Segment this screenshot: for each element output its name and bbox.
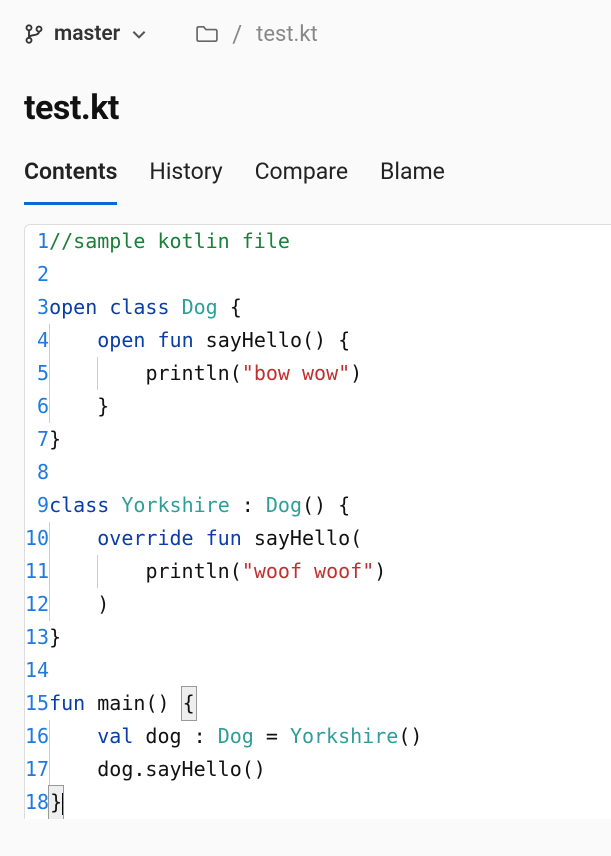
code-line: 3open class Dog { [25, 291, 611, 324]
code-content[interactable]: fun main() { [49, 687, 611, 720]
line-number[interactable]: 5 [25, 357, 49, 390]
branch-name: master [54, 22, 120, 46]
line-number[interactable]: 10 [25, 522, 49, 555]
code-line: 8 [25, 456, 611, 489]
code-content[interactable]: override fun sayHello( [49, 522, 611, 555]
code-line: 16 val dog : Dog = Yorkshire() [25, 720, 611, 753]
line-number[interactable]: 11 [25, 555, 49, 588]
code-line: 4 open fun sayHello() { [25, 324, 611, 357]
code-line: 6 } [25, 390, 611, 423]
code-line: 9class Yorkshire : Dog() { [25, 489, 611, 522]
code-content[interactable]: open fun sayHello() { [49, 324, 611, 357]
tab-blame[interactable]: Blame [380, 158, 445, 203]
code-line: 2 [25, 258, 611, 291]
line-number[interactable]: 2 [25, 258, 49, 291]
tab-contents[interactable]: Contents [24, 158, 117, 203]
line-number[interactable]: 18 [25, 786, 49, 819]
code-content[interactable]: } [49, 786, 611, 819]
code-line: 7} [25, 423, 611, 456]
line-number[interactable]: 13 [25, 621, 49, 654]
breadcrumb-separator: / [232, 20, 242, 48]
code-line: 11 println("woof woof") [25, 555, 611, 588]
code-line: 17 dog.sayHello() [25, 753, 611, 786]
code-content[interactable]: dog.sayHello() [49, 753, 611, 786]
breadcrumb: / test.kt [196, 20, 317, 48]
code-content[interactable] [49, 654, 611, 687]
code-table: 1//sample kotlin file2 3open class Dog {… [25, 225, 611, 819]
line-number[interactable]: 17 [25, 753, 49, 786]
folder-icon[interactable] [196, 24, 218, 44]
top-bar: master / test.kt [0, 0, 611, 68]
code-content[interactable]: } [49, 390, 611, 423]
line-number[interactable]: 15 [25, 687, 49, 720]
tab-history[interactable]: History [149, 158, 222, 203]
code-body: 1//sample kotlin file2 3open class Dog {… [25, 225, 611, 819]
code-content[interactable]: } [49, 423, 611, 456]
code-content[interactable]: ) [49, 588, 611, 621]
code-content[interactable]: class Yorkshire : Dog() { [49, 489, 611, 522]
chevron-down-icon [130, 25, 148, 43]
code-line: 5 println("bow wow") [25, 357, 611, 390]
line-number[interactable]: 3 [25, 291, 49, 324]
code-line: 18} [25, 786, 611, 819]
tabs: Contents History Compare Blame [0, 158, 611, 204]
line-number[interactable]: 4 [25, 324, 49, 357]
line-number[interactable]: 7 [25, 423, 49, 456]
code-line: 13} [25, 621, 611, 654]
line-number[interactable]: 1 [25, 225, 49, 258]
tab-compare[interactable]: Compare [255, 158, 348, 203]
line-number[interactable]: 6 [25, 390, 49, 423]
code-line: 14 [25, 654, 611, 687]
code-content[interactable]: } [49, 621, 611, 654]
code-viewer[interactable]: 1//sample kotlin file2 3open class Dog {… [24, 224, 611, 819]
code-content[interactable]: println("bow wow") [49, 357, 611, 390]
line-number[interactable]: 9 [25, 489, 49, 522]
code-content[interactable] [49, 258, 611, 291]
code-line: 10 override fun sayHello( [25, 522, 611, 555]
code-content[interactable]: val dog : Dog = Yorkshire() [49, 720, 611, 753]
code-line: 15fun main() { [25, 687, 611, 720]
code-content[interactable]: open class Dog { [49, 291, 611, 324]
code-content[interactable]: //sample kotlin file [49, 225, 611, 258]
line-number[interactable]: 14 [25, 654, 49, 687]
page-title: test.kt [0, 68, 611, 158]
code-line: 12 ) [25, 588, 611, 621]
git-branch-icon [24, 23, 44, 45]
code-content[interactable]: println("woof woof") [49, 555, 611, 588]
breadcrumb-file[interactable]: test.kt [256, 22, 318, 47]
branch-selector[interactable]: master [24, 22, 148, 46]
line-number[interactable]: 16 [25, 720, 49, 753]
line-number[interactable]: 12 [25, 588, 49, 621]
line-number[interactable]: 8 [25, 456, 49, 489]
code-content[interactable] [49, 456, 611, 489]
code-line: 1//sample kotlin file [25, 225, 611, 258]
